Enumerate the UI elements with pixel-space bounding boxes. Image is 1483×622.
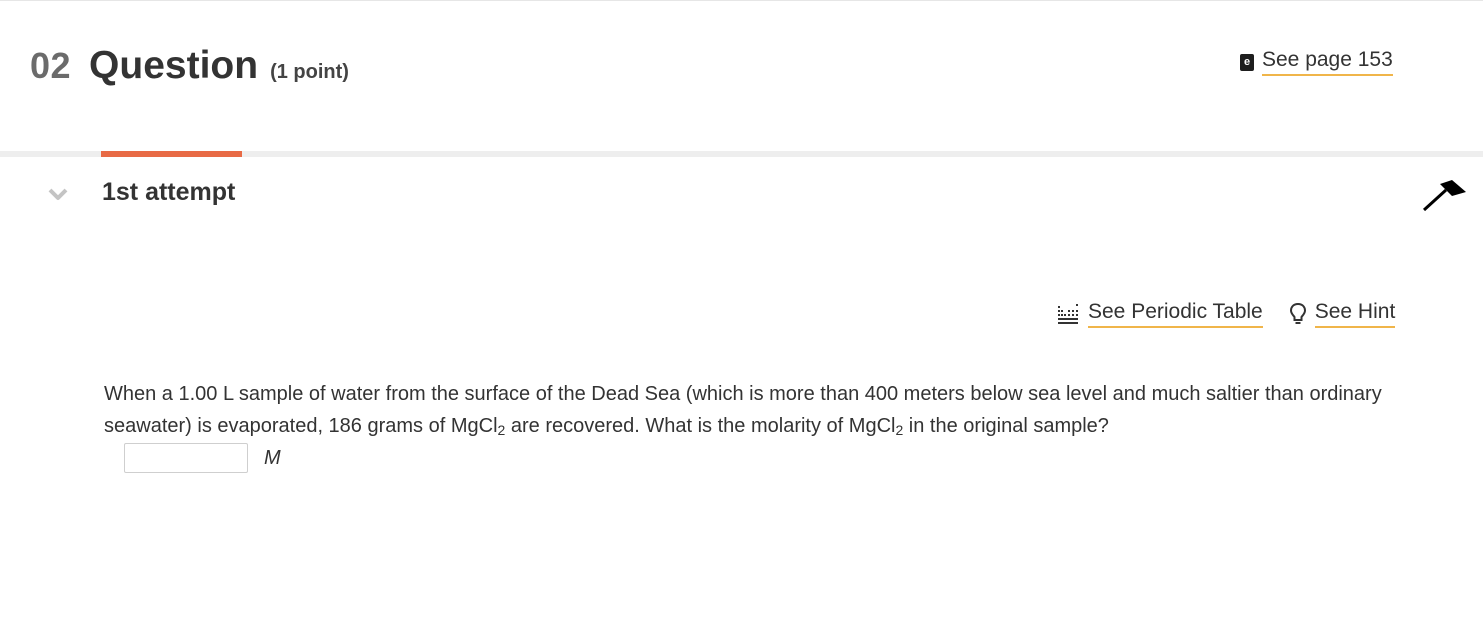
- question-header: 02 Question (1 point): [30, 44, 349, 88]
- answer-unit: M: [264, 446, 281, 469]
- hint-label: See Hint: [1314, 300, 1396, 328]
- prompt-text-3: in the original sample?: [903, 415, 1109, 437]
- lightbulb-icon: [1289, 302, 1306, 324]
- see-hint-link[interactable]: See Hint: [1289, 300, 1396, 328]
- question-title: Question: [89, 44, 259, 87]
- answer-input[interactable]: [124, 443, 248, 473]
- attempt-indicator-bar: [101, 151, 242, 157]
- see-page-link[interactable]: e See page 153: [1240, 48, 1393, 76]
- attempt-label: 1st attempt: [102, 178, 236, 206]
- ebook-icon: e: [1240, 53, 1254, 71]
- flag-icon[interactable]: [1422, 178, 1468, 214]
- question-number: 02: [30, 45, 72, 86]
- question-tools: See Periodic Table See Hint: [1058, 300, 1396, 328]
- prompt-text-2: are recovered. What is the molarity of M…: [505, 415, 896, 437]
- periodic-table-icon: [1058, 304, 1078, 324]
- see-periodic-table-link[interactable]: See Periodic Table: [1058, 300, 1263, 328]
- answer-row: M: [124, 443, 281, 473]
- question-points: (1 point): [270, 61, 349, 83]
- chevron-down-icon[interactable]: [47, 186, 69, 202]
- see-page-label: See page 153: [1262, 48, 1393, 76]
- periodic-table-label: See Periodic Table: [1088, 300, 1263, 328]
- top-divider: [0, 0, 1483, 1]
- question-prompt: When a 1.00 L sample of water from the s…: [104, 378, 1404, 442]
